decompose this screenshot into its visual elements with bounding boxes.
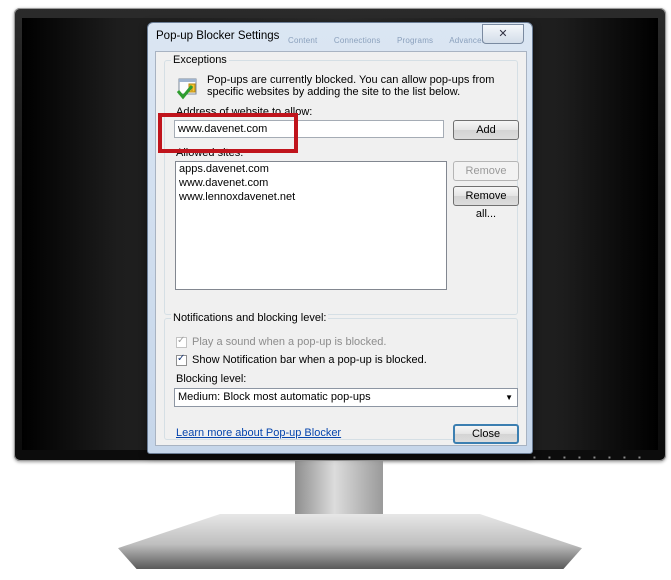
monitor-stand-neck <box>295 461 383 523</box>
show-notification-bar-option[interactable]: Show Notification bar when a pop-up is b… <box>176 353 427 366</box>
blocking-level-value: Medium: Block most automatic pop-ups <box>178 391 371 403</box>
add-button[interactable]: Add <box>453 120 519 140</box>
popup-blocked-icon: ! <box>176 78 197 100</box>
window-close-button[interactable]: ✕ <box>482 24 524 44</box>
background-tab: Content <box>288 36 318 45</box>
dialog-titlebar: Pop-up Blocker Settings Content Connecti… <box>148 23 532 51</box>
close-button[interactable]: Close <box>453 424 519 444</box>
background-tabs: Content Connections Programs Advanced <box>288 36 500 45</box>
play-sound-checkbox <box>176 335 187 348</box>
blocking-level-label: Blocking level: <box>176 373 247 385</box>
blocking-level-select[interactable]: Medium: Block most automatic pop-ups ▼ <box>174 388 518 407</box>
exceptions-group-label: Exceptions <box>171 54 229 66</box>
monitor-stand-base <box>118 514 582 569</box>
close-icon: ✕ <box>498 28 508 40</box>
popup-blocker-settings-dialog: Pop-up Blocker Settings Content Connecti… <box>147 22 533 454</box>
background-tab: Advanced <box>449 36 487 45</box>
play-sound-label: Play a sound when a pop-up is blocked. <box>192 336 387 348</box>
dialog-title: Pop-up Blocker Settings <box>156 30 280 42</box>
learn-more-link[interactable]: Learn more about Pop-up Blocker <box>176 427 341 439</box>
list-item[interactable]: www.lennoxdavenet.net <box>176 190 446 204</box>
background-tab: Connections <box>333 36 381 45</box>
exceptions-info-text: Pop-ups are currently blocked. You can a… <box>207 74 495 98</box>
background-tab: Programs <box>396 36 434 45</box>
notifications-group-label: Notifications and blocking level: <box>171 312 329 324</box>
allowed-sites-list[interactable]: apps.davenet.com www.davenet.com www.len… <box>175 161 447 290</box>
dropdown-arrow-icon[interactable]: ▼ <box>505 389 513 406</box>
list-item[interactable]: www.davenet.com <box>176 176 446 190</box>
list-item[interactable]: apps.davenet.com <box>176 162 446 176</box>
show-notification-bar-label[interactable]: Show Notification bar when a pop-up is b… <box>192 354 427 366</box>
play-sound-option: Play a sound when a pop-up is blocked. <box>176 335 387 348</box>
remove-button[interactable]: Remove <box>453 161 519 181</box>
show-notification-bar-checkbox[interactable] <box>176 353 187 366</box>
monitor-control-buttons: ▪ ▪ ▪ ▪ ▪ ▪ ▪ ▪ <box>533 453 641 462</box>
highlight-annotation-box <box>158 113 298 153</box>
remove-all-button[interactable]: Remove all... <box>453 186 519 220</box>
dialog-client-area: Exceptions ! Pop-ups are currently block… <box>155 51 527 446</box>
